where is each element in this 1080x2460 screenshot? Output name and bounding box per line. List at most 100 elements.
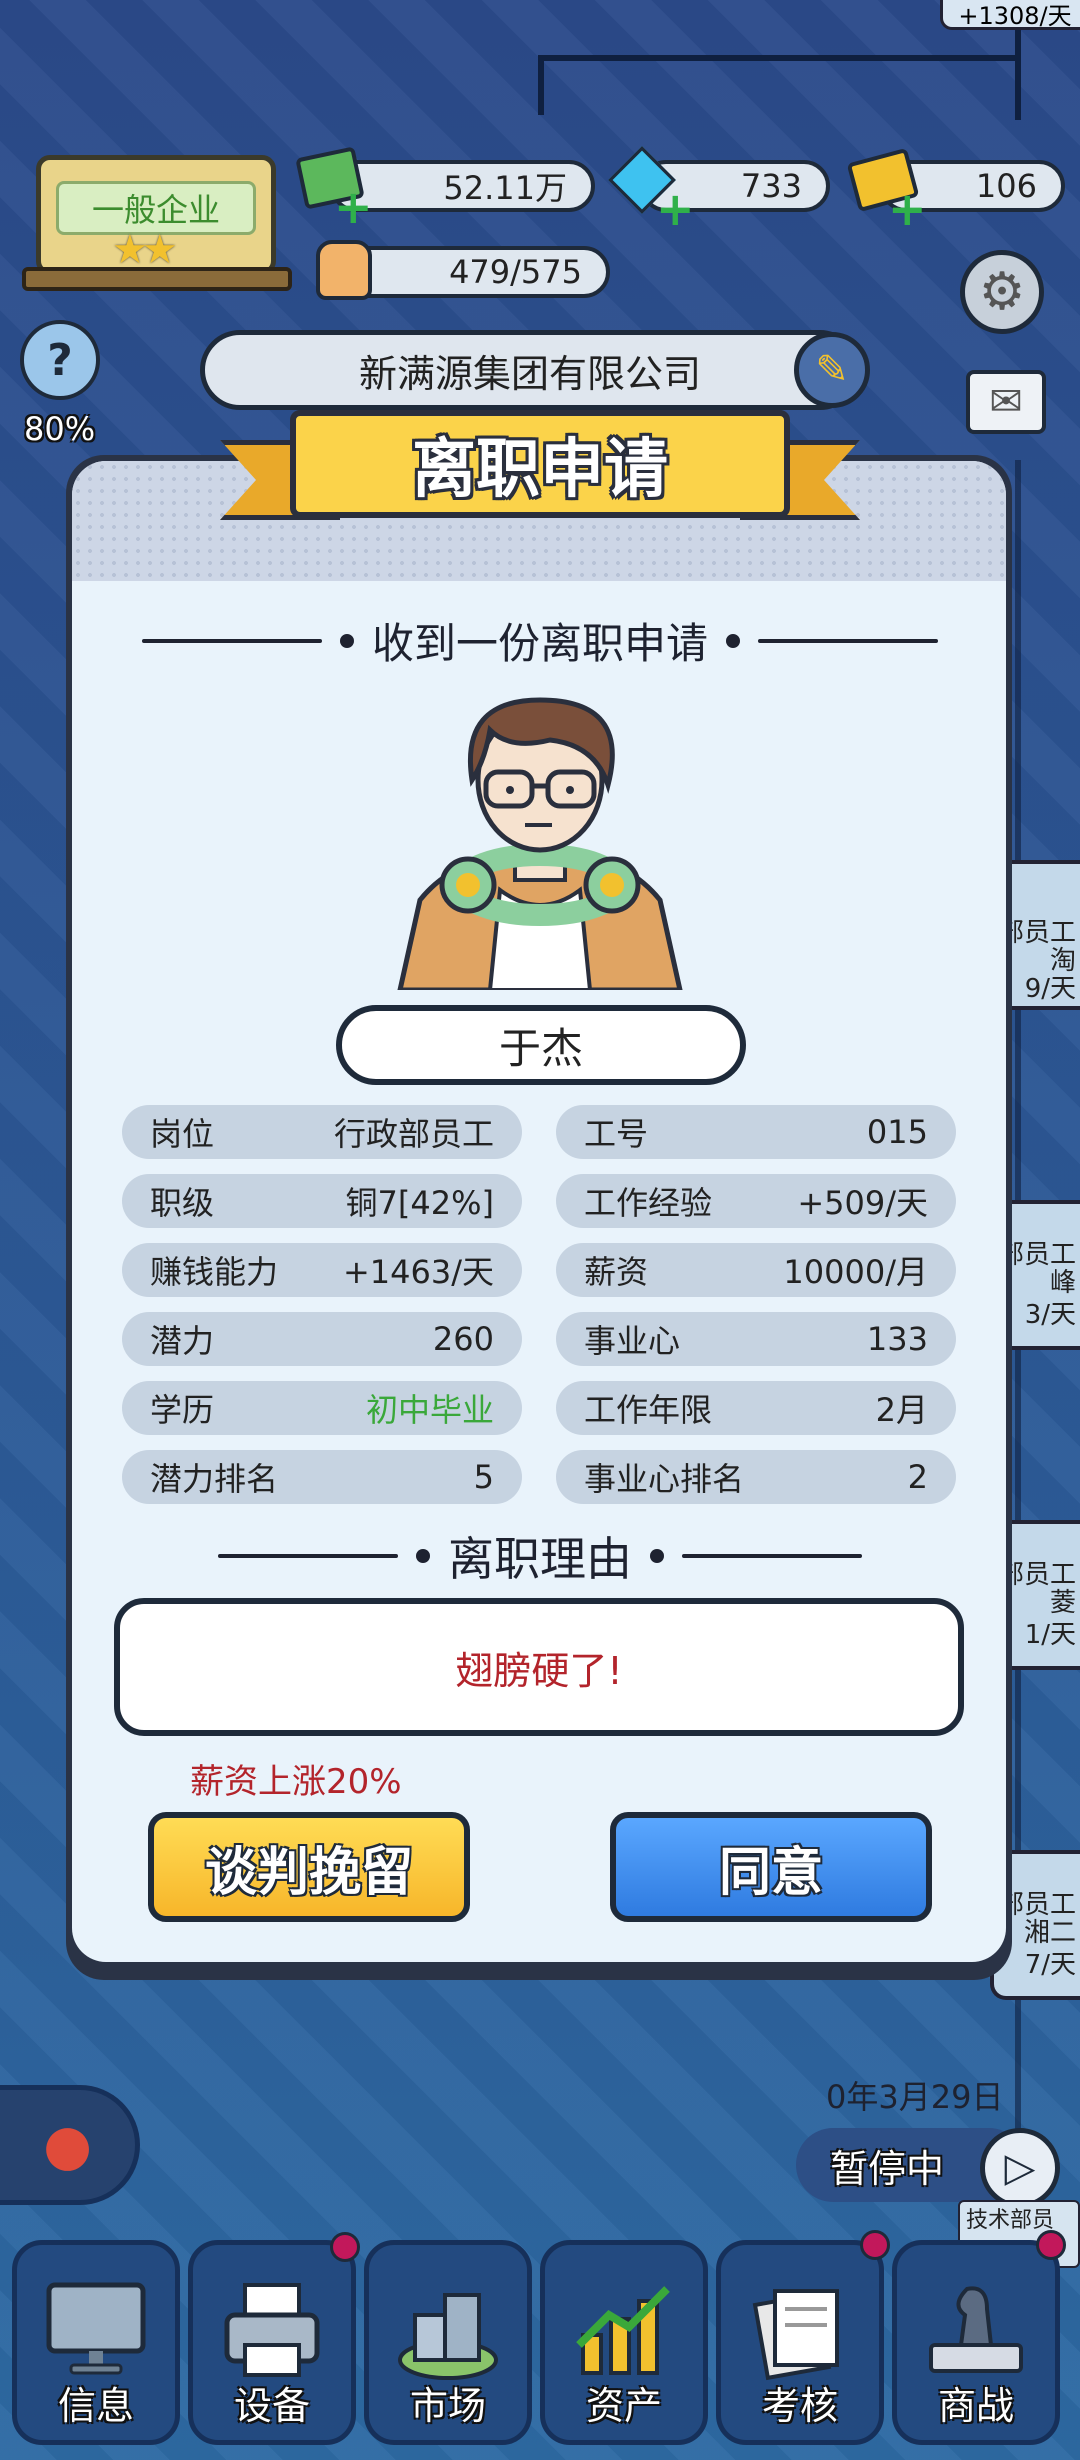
settings-gear-icon[interactable]: ⚙ <box>960 250 1044 334</box>
stat-employee-id: 工号 015 <box>556 1105 956 1159</box>
stat-label: 潜力排名 <box>150 1460 279 1498</box>
printer-icon <box>217 2275 327 2385</box>
stat-value-education: 初中毕业 <box>365 1391 494 1429</box>
top-income-value: +1308/天 <box>958 2 1072 30</box>
decorative-line <box>758 638 938 643</box>
nav-label: 设备 <box>233 2384 310 2428</box>
agree-button[interactable]: 同意 <box>610 1812 932 1922</box>
support-percent: 80% <box>24 410 96 448</box>
star-icon: ★★ <box>112 227 178 273</box>
stat-label: 工作经验 <box>584 1184 713 1222</box>
dialog-title: 离职申请 <box>290 410 790 518</box>
add-gems-icon[interactable]: + <box>656 186 695 232</box>
stat-potential: 潜力 260 <box>122 1312 522 1366</box>
nav-label: 市场 <box>409 2384 486 2428</box>
stat-education: 学历 初中毕业 <box>122 1381 522 1435</box>
stat-salary: 薪资 10000/月 <box>556 1243 956 1297</box>
likes-counter[interactable]: 479/575 <box>340 246 610 298</box>
nav-label: 考核 <box>761 2384 838 2428</box>
negotiate-button-label: 谈判挽留 <box>204 1842 413 1903</box>
cash-value: 52.11万 <box>443 169 567 207</box>
support-headset-icon[interactable]: ? <box>20 320 100 400</box>
stat-ambition: 事业心 133 <box>556 1312 956 1366</box>
notification-badge <box>330 2232 360 2262</box>
stat-label: 工号 <box>584 1115 649 1153</box>
stat-label: 事业心 <box>584 1322 681 1360</box>
play-icon[interactable]: ▷ <box>980 2128 1060 2208</box>
company-name: 新满源集团有限公司 <box>358 351 701 396</box>
stat-value: 10000/月 <box>783 1253 928 1291</box>
nav-evaluation[interactable]: 考核 <box>716 2240 884 2445</box>
stat-label: 赚钱能力 <box>150 1253 279 1291</box>
employee-portrait-illustration <box>396 697 684 993</box>
stat-value: 2 <box>907 1458 928 1496</box>
city-icon <box>393 2275 503 2385</box>
side-card-value: 1/天 <box>1024 1620 1076 1650</box>
stat-label: 学历 <box>150 1391 215 1429</box>
top-income-badge: +1308/天 <box>940 0 1080 30</box>
stat-value: 2月 <box>875 1391 928 1429</box>
agree-button-label: 同意 <box>718 1842 823 1903</box>
stat-potential-rank: 潜力排名 5 <box>122 1450 522 1504</box>
stat-label: 潜力 <box>150 1322 215 1360</box>
decorative-line <box>141 638 322 643</box>
dialog-subtitle: 收到一份离职申请 <box>371 619 708 668</box>
nav-assets[interactable]: 资产 <box>540 2240 708 2445</box>
negotiate-button[interactable]: 谈判挽留 <box>148 1812 470 1922</box>
nav-equipment[interactable]: 设备 <box>188 2240 356 2445</box>
stat-tenure: 工作年限 2月 <box>556 1381 956 1435</box>
stat-value: +509/天 <box>797 1184 928 1222</box>
nav-label: 资产 <box>585 2384 662 2428</box>
notification-badge <box>1036 2230 1066 2260</box>
documents-icon <box>745 2275 855 2385</box>
stat-label: 事业心排名 <box>584 1460 745 1498</box>
dialog-subtitle-row: 收到一份离职申请 <box>0 610 1080 671</box>
stat-earning: 赚钱能力 +1463/天 <box>122 1243 522 1297</box>
stat-value: 015 <box>866 1113 928 1151</box>
org-tree-line <box>540 55 1020 61</box>
stat-label: 岗位 <box>150 1115 215 1153</box>
thumbs-up-icon <box>316 240 372 300</box>
stat-value: 133 <box>866 1320 928 1358</box>
org-tree-line <box>538 55 544 115</box>
company-name-bar[interactable]: 新满源集团有限公司 <box>200 330 860 410</box>
stat-value: 铜7[42%] <box>345 1184 494 1222</box>
growth-chart-icon <box>569 2275 679 2385</box>
stat-value: 行政部员工 <box>333 1115 494 1153</box>
decorative-dot <box>726 633 740 648</box>
stat-label: 职级 <box>150 1184 215 1222</box>
nav-info[interactable]: 信息 <box>12 2240 180 2445</box>
map-pin-icon[interactable]: ● <box>0 2085 140 2205</box>
edit-pencil-icon[interactable]: ✎ <box>794 332 870 408</box>
decorative-dot <box>416 1549 430 1563</box>
stat-position: 岗位 行政部员工 <box>122 1105 522 1159</box>
nav-business-war[interactable]: 商战 <box>892 2240 1060 2445</box>
company-level-badge[interactable]: 一般企业 ★★ <box>22 155 292 295</box>
nav-label: 商战 <box>937 2384 1014 2428</box>
nav-label: 信息 <box>57 2384 134 2428</box>
nav-market[interactable]: 市场 <box>364 2240 532 2445</box>
mail-icon[interactable]: ✉ <box>966 370 1046 434</box>
stat-rank: 职级 铜7[42%] <box>122 1174 522 1228</box>
decorative-dot <box>650 1549 664 1563</box>
notification-badge <box>860 2230 890 2260</box>
pause-status: 暂停中 <box>830 2146 945 2191</box>
add-gold-icon[interactable]: + <box>888 186 927 232</box>
reason-title: 离职理由 <box>448 1532 632 1586</box>
stat-value: 5 <box>473 1458 494 1496</box>
add-cash-icon[interactable]: + <box>334 184 373 230</box>
chess-icon <box>921 2275 1031 2385</box>
game-date: 0年3月29日 <box>826 2078 1004 2116</box>
decorative-line <box>682 1554 862 1558</box>
stat-value: +1463/天 <box>342 1253 494 1291</box>
employee-name: 于杰 <box>498 1023 583 1073</box>
gold-value: 106 <box>975 167 1037 205</box>
dialog-title-banner: 离职申请 <box>220 410 860 530</box>
stat-ambition-rank: 事业心排名 2 <box>556 1450 956 1504</box>
stat-experience: 工作经验 +509/天 <box>556 1174 956 1228</box>
decorative-line <box>218 1554 398 1558</box>
side-card-value: 7/天 <box>1024 1950 1076 1980</box>
raise-note: 薪资上涨20% <box>190 1762 402 1802</box>
stat-value: 260 <box>432 1320 494 1358</box>
stat-label: 工作年限 <box>584 1391 713 1429</box>
